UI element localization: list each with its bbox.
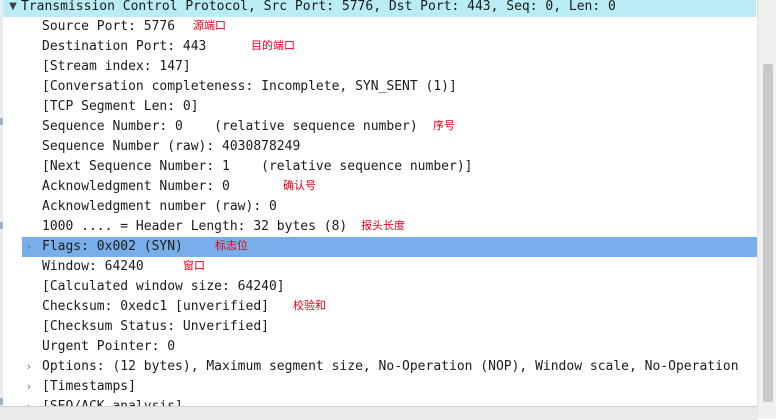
annotation-label: 目的端口	[251, 39, 295, 52]
field-label: Source Port: 5776	[42, 19, 176, 34]
field-label: [Checksum Status: Unverified]	[42, 319, 269, 334]
field-flags[interactable]: › Flags: 0x002 (SYN) 标志位	[22, 237, 757, 257]
gutter-marker	[0, 222, 3, 229]
field-label: [Timestamps]	[42, 379, 136, 394]
field-label: Acknowledgment Number: 0	[42, 179, 230, 194]
field-label: Flags: 0x002 (SYN)	[42, 239, 183, 254]
chevron-right-icon[interactable]: ›	[22, 377, 36, 397]
annotation-label: 序号	[433, 119, 455, 132]
tcp-protocol-label: Transmission Control Protocol, Src Port:…	[21, 0, 616, 14]
field-label: Sequence Number: 0 (relative sequence nu…	[42, 119, 418, 134]
field-label: Acknowledgment number (raw): 0	[42, 199, 277, 214]
field-label: [Stream index: 147]	[42, 59, 191, 74]
annotation-label: 源端口	[193, 19, 226, 32]
vertical-scrollbar[interactable]	[757, 0, 776, 419]
field-label: [Calculated window size: 64240]	[42, 279, 285, 294]
field-label: Options: (12 bytes), Maximum segment siz…	[42, 359, 739, 374]
gutter-marker	[0, 118, 3, 125]
horizontal-scrollbar[interactable]	[0, 406, 757, 420]
field-label: 1000 .... = Header Length: 32 bytes (8)	[42, 219, 348, 234]
annotation-label: 确认号	[283, 179, 316, 192]
chevron-right-icon[interactable]: ›	[22, 237, 36, 257]
vertical-scrollbar-thumb[interactable]	[763, 64, 773, 402]
gutter-marker	[0, 398, 3, 405]
field-label: Urgent Pointer: 0	[42, 339, 176, 354]
annotation-label: 报头长度	[361, 219, 405, 232]
left-edge-gutter	[0, 0, 3, 419]
field-label: Sequence Number (raw): 4030878249	[42, 139, 301, 154]
field-label: Destination Port: 443	[42, 39, 207, 54]
annotation-label: 标志位	[215, 239, 248, 252]
annotation-label: 窗口	[183, 259, 205, 272]
annotation-label: 校验和	[293, 299, 326, 312]
field-label: [Next Sequence Number: 1 (relative seque…	[42, 159, 473, 174]
field-label: Window: 64240	[42, 259, 144, 274]
field-label: [Conversation completeness: Incomplete, …	[42, 79, 457, 94]
field-label: Checksum: 0xedc1 [unverified]	[42, 299, 269, 314]
tcp-protocol-node[interactable]: ▼ Transmission Control Protocol, Src Por…	[3, 0, 756, 17]
chevron-right-icon[interactable]: ›	[22, 357, 36, 377]
chevron-down-icon[interactable]: ▼	[6, 0, 20, 17]
field-label: [TCP Segment Len: 0]	[42, 99, 199, 114]
